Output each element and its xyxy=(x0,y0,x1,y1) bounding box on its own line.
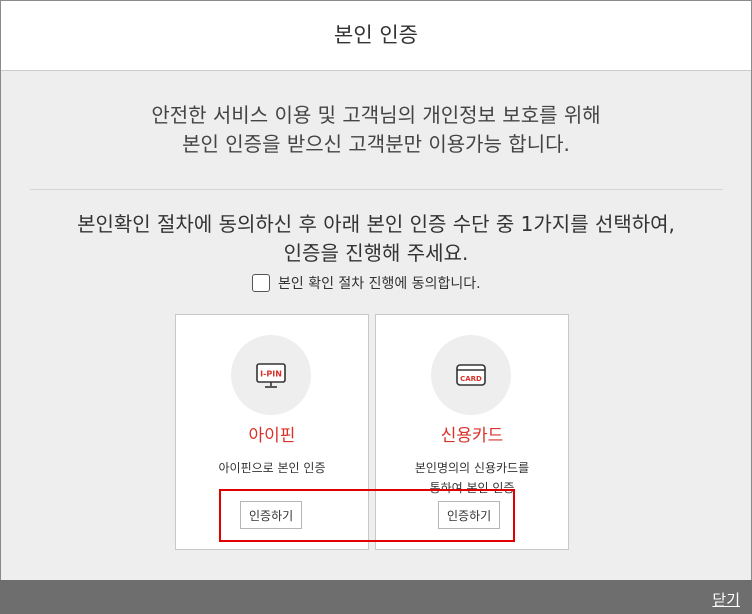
credit-card-desc-line-1: 본인명의의 신용카드를 xyxy=(414,461,530,475)
intro-text: 안전한 서비스 이용 및 고객님의 개인정보 보호를 위해 본인 인증을 받으신… xyxy=(1,101,751,159)
credit-card-verify-button[interactable]: 인증하기 xyxy=(438,501,501,529)
ipin-icon-text: I-PIN xyxy=(260,370,282,379)
credit-card-description: 본인명의의 신용카드를 통하여 본인 인증 xyxy=(376,458,568,498)
dialog-footer: 닫기 xyxy=(0,580,752,614)
credit-card-icon: CARD xyxy=(431,335,511,415)
agreement-checkbox[interactable] xyxy=(252,274,270,292)
instruction-line-1: 본인확인 절차에 동의하신 후 아래 본인 인증 수단 중 1가지를 선택하여, xyxy=(77,212,675,236)
credit-card-icon-text: CARD xyxy=(460,375,482,383)
ipin-icon: I-PIN xyxy=(231,335,311,415)
auth-dialog: 본인 인증 안전한 서비스 이용 및 고객님의 개인정보 보호를 위해 본인 인… xyxy=(0,0,752,613)
instruction-line-2: 인증을 진행해 주세요. xyxy=(283,241,469,265)
dialog-title: 본인 인증 xyxy=(334,23,418,47)
agreement-row[interactable]: 본인 확인 절차 진행에 동의합니다. xyxy=(252,273,481,293)
ipin-method-card: I-PIN 아이핀 아이핀으로 본인 인증 인증하기 xyxy=(175,314,369,550)
credit-card-method-card: CARD 신용카드 본인명의의 신용카드를 통하여 본인 인증 인증하기 xyxy=(375,314,569,550)
ipin-description: 아이핀으로 본인 인증 xyxy=(176,458,368,478)
instruction-text: 본인확인 절차에 동의하신 후 아래 본인 인증 수단 중 1가지를 선택하여,… xyxy=(1,210,751,268)
agreement-label[interactable]: 본인 확인 절차 진행에 동의합니다. xyxy=(278,273,481,293)
credit-card-desc-line-2: 통하여 본인 인증 xyxy=(429,481,515,495)
ipin-title: 아이핀 xyxy=(248,426,296,446)
intro-line-1: 안전한 서비스 이용 및 고객님의 개인정보 보호를 위해 xyxy=(151,103,601,127)
credit-card-title: 신용카드 xyxy=(440,426,504,446)
dialog-header: 본인 인증 xyxy=(1,1,751,71)
section-divider xyxy=(30,189,723,190)
intro-line-2: 본인 인증을 받으신 고객분만 이용가능 합니다. xyxy=(182,132,570,156)
close-link[interactable]: 닫기 xyxy=(712,589,740,610)
ipin-verify-button[interactable]: 인증하기 xyxy=(240,501,303,529)
ipin-desc-line: 아이핀으로 본인 인증 xyxy=(218,461,326,475)
